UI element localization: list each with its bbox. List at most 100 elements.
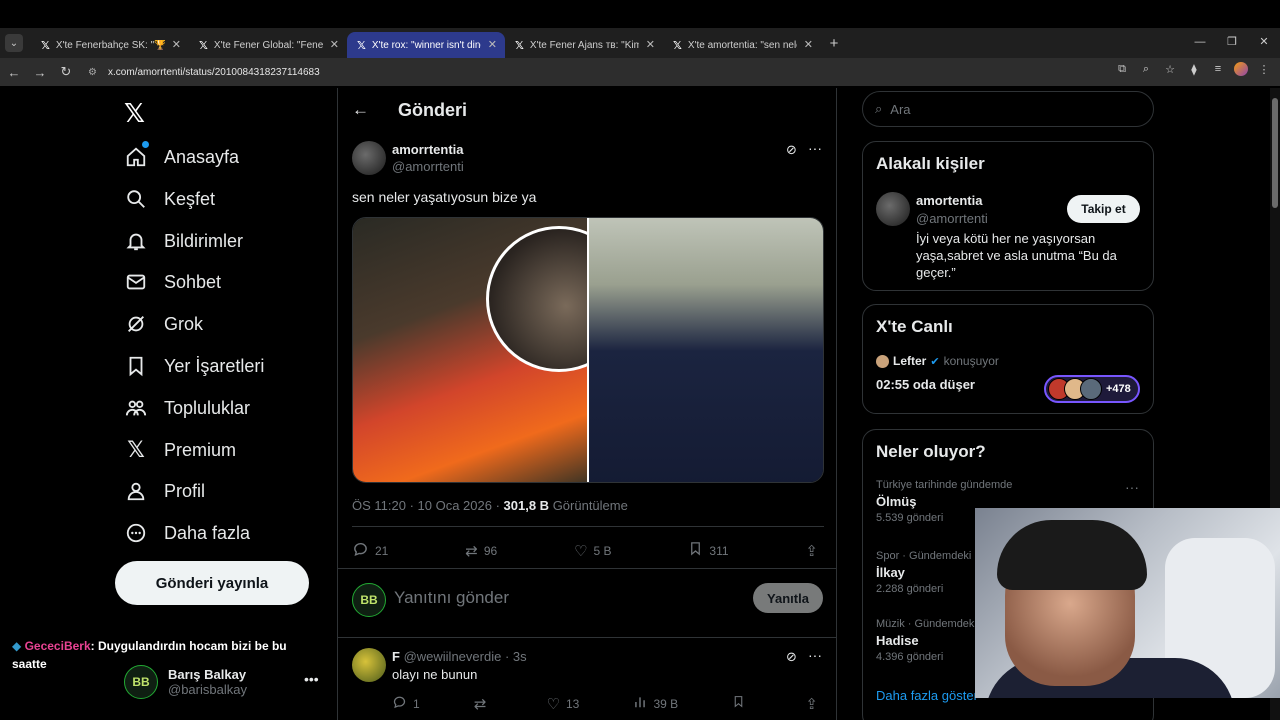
repost-button[interactable]: ⇄: [474, 694, 493, 713]
follow-button[interactable]: Takip et: [1067, 195, 1140, 223]
avatar[interactable]: [876, 192, 910, 226]
trend-item[interactable]: Müzik · Gündemdeki Hadise 4.396 gönderi: [876, 618, 977, 663]
zoom-icon[interactable]: ⌕: [1138, 63, 1154, 76]
reply-button[interactable]: 1: [392, 694, 420, 713]
live-space-title[interactable]: 02:55 oda düşer: [876, 377, 975, 392]
show-more-link[interactable]: Daha fazla göster: [876, 688, 978, 703]
bookmark-button[interactable]: 311: [688, 540, 729, 561]
nav-home[interactable]: Anasayfa: [124, 139, 239, 175]
like-button[interactable]: ♡ 5 B: [574, 540, 611, 561]
site-info-icon[interactable]: ⚙: [88, 67, 102, 78]
share-button[interactable]: ⇪: [805, 694, 824, 713]
post-author-handle[interactable]: @amorrtenti: [392, 159, 464, 174]
comment-age: · 3s: [504, 649, 527, 664]
reply-button[interactable]: 21: [352, 540, 388, 561]
post-views: 301,8 B: [503, 498, 550, 513]
browser-menu-icon[interactable]: ⋮: [1256, 63, 1272, 76]
more-dots-icon[interactable]: ···: [1125, 479, 1139, 495]
bookmark-button[interactable]: [732, 694, 751, 713]
tab-title: X'te amortentia: "sen neler yaşa: [687, 39, 797, 51]
card-title: Alakalı kişiler: [876, 154, 985, 173]
nav-label: Profil: [164, 480, 206, 501]
share-button[interactable]: ⇪: [805, 540, 824, 561]
post-author-name[interactable]: amorrtentia: [392, 142, 464, 157]
browser-tab[interactable]: 𝕏 X'te Fener Ajans тв: "Kimi istiyo ✕: [505, 32, 663, 58]
extensions-icon[interactable]: ⧫: [1186, 63, 1202, 76]
like-count: 5 B: [593, 543, 612, 558]
more-dots-icon[interactable]: ···: [808, 140, 822, 156]
nav-chat[interactable]: Sohbet: [124, 264, 221, 300]
window-close-icon[interactable]: ✕: [1248, 28, 1280, 58]
nav-label: Grok: [164, 313, 204, 334]
tab-close-icon[interactable]: ✕: [330, 38, 339, 51]
nav-profile[interactable]: Profil: [124, 473, 205, 509]
account-switcher[interactable]: BB Barış Balkay @barisbalkay •••: [124, 665, 324, 699]
more-dots-icon[interactable]: ···: [808, 647, 822, 663]
url-field[interactable]: ⚙ x.com/amorrtenti/status/20100843182371…: [84, 61, 1084, 83]
trend-context: Spor · Gündemdeki: [876, 550, 972, 562]
forward-arrow-icon[interactable]: →: [28, 65, 52, 80]
install-app-icon[interactable]: ⧉: [1114, 63, 1130, 76]
browser-tab[interactable]: 𝕏 X'te Fenerbahçe SK: "🏆 2025 ✕: [31, 32, 189, 58]
browser-tab-active[interactable]: 𝕏 X'te rox: "winner isn't dingilerin ✕: [347, 32, 505, 58]
tab-close-icon[interactable]: ✕: [488, 38, 497, 51]
tab-close-icon[interactable]: ✕: [804, 38, 813, 51]
trend-item[interactable]: Spor · Gündemdeki İlkay 2.288 gönderi: [876, 550, 971, 595]
live-host[interactable]: Lefter ✔ konuşuyor: [876, 354, 999, 368]
scrollbar-thumb[interactable]: [1272, 98, 1278, 208]
new-tab-plus-icon[interactable]: +: [823, 35, 845, 52]
post-image[interactable]: [352, 217, 824, 483]
more-dots-icon[interactable]: •••: [304, 671, 319, 687]
nav-notifications[interactable]: Bildirimler: [124, 223, 243, 259]
avatar: BB: [352, 583, 386, 617]
bookmark-count: 311: [709, 543, 729, 558]
avatar[interactable]: [352, 648, 386, 682]
minimize-icon[interactable]: —: [1184, 28, 1216, 58]
post-time[interactable]: ÖS 11:20 · 10 Oca 2026 ·: [352, 498, 504, 513]
views-button[interactable]: 39 B: [633, 694, 678, 713]
back-arrow-icon[interactable]: ←: [2, 65, 26, 80]
reply-submit-button[interactable]: Yanıtla: [753, 583, 823, 613]
grok-icon[interactable]: ⊘: [786, 649, 797, 665]
trend-title: Ölmüş: [876, 494, 917, 509]
post-actions: 21 ⇄ 96 ♡ 5 B 311 ⇪: [352, 540, 824, 561]
relevant-name[interactable]: amortentia: [916, 193, 982, 208]
communities-icon: [124, 396, 148, 420]
star-bookmark-icon[interactable]: ☆: [1162, 63, 1178, 76]
profile-avatar-icon[interactable]: [1234, 62, 1248, 76]
restore-icon[interactable]: ❐: [1216, 28, 1248, 58]
post-image-right: [589, 218, 823, 482]
x-favicon-icon: 𝕏: [199, 39, 208, 52]
x-logo-icon[interactable]: 𝕏: [124, 98, 145, 129]
headphones: [997, 520, 1147, 590]
repost-button[interactable]: ⇄ 96: [465, 540, 497, 561]
relevant-handle[interactable]: @amorrtenti: [916, 211, 988, 226]
comment-author[interactable]: F @wewiilneverdie · 3s: [392, 649, 527, 664]
tab-search-button[interactable]: ⌄: [5, 34, 23, 52]
tab-close-icon[interactable]: ✕: [646, 38, 655, 51]
grok-icon[interactable]: ⊘: [786, 142, 797, 158]
reload-icon[interactable]: ↻: [54, 64, 78, 80]
browser-tab[interactable]: 𝕏 X'te amortentia: "sen neler yaşa ✕: [663, 32, 821, 58]
back-arrow-icon[interactable]: ←: [352, 100, 369, 120]
like-button[interactable]: ♡ 13: [547, 694, 580, 713]
nav-explore[interactable]: Keşfet: [124, 181, 215, 217]
avatar[interactable]: [352, 141, 386, 175]
nav-communities[interactable]: Topluluklar: [124, 390, 250, 426]
nav-more[interactable]: Daha fazla: [124, 515, 250, 551]
reply-input[interactable]: Yanıtını gönder: [394, 588, 509, 608]
nav-grok[interactable]: Grok: [124, 306, 203, 342]
search-input[interactable]: ⌕ Ara: [862, 91, 1154, 127]
tab-close-icon[interactable]: ✕: [172, 38, 181, 51]
nav-premium[interactable]: 𝕏 Premium: [124, 432, 236, 468]
nav-bookmarks[interactable]: Yer İşaretleri: [124, 348, 264, 384]
tab-title: X'te rox: "winner isn't dingilerin: [371, 39, 481, 51]
repost-count: 96: [483, 543, 498, 558]
x-favicon-icon: 𝕏: [357, 39, 366, 52]
browser-tab[interactable]: 𝕏 X'te Fener Global: "Fenerbahçe ✕: [189, 32, 347, 58]
trend-count: 4.396 gönderi: [876, 651, 944, 663]
media-controls-icon[interactable]: ≡: [1210, 63, 1226, 75]
bookmark-icon: [124, 354, 148, 378]
live-listeners-badge[interactable]: +478: [1044, 375, 1140, 403]
post-button[interactable]: Gönderi yayınla: [115, 561, 309, 605]
